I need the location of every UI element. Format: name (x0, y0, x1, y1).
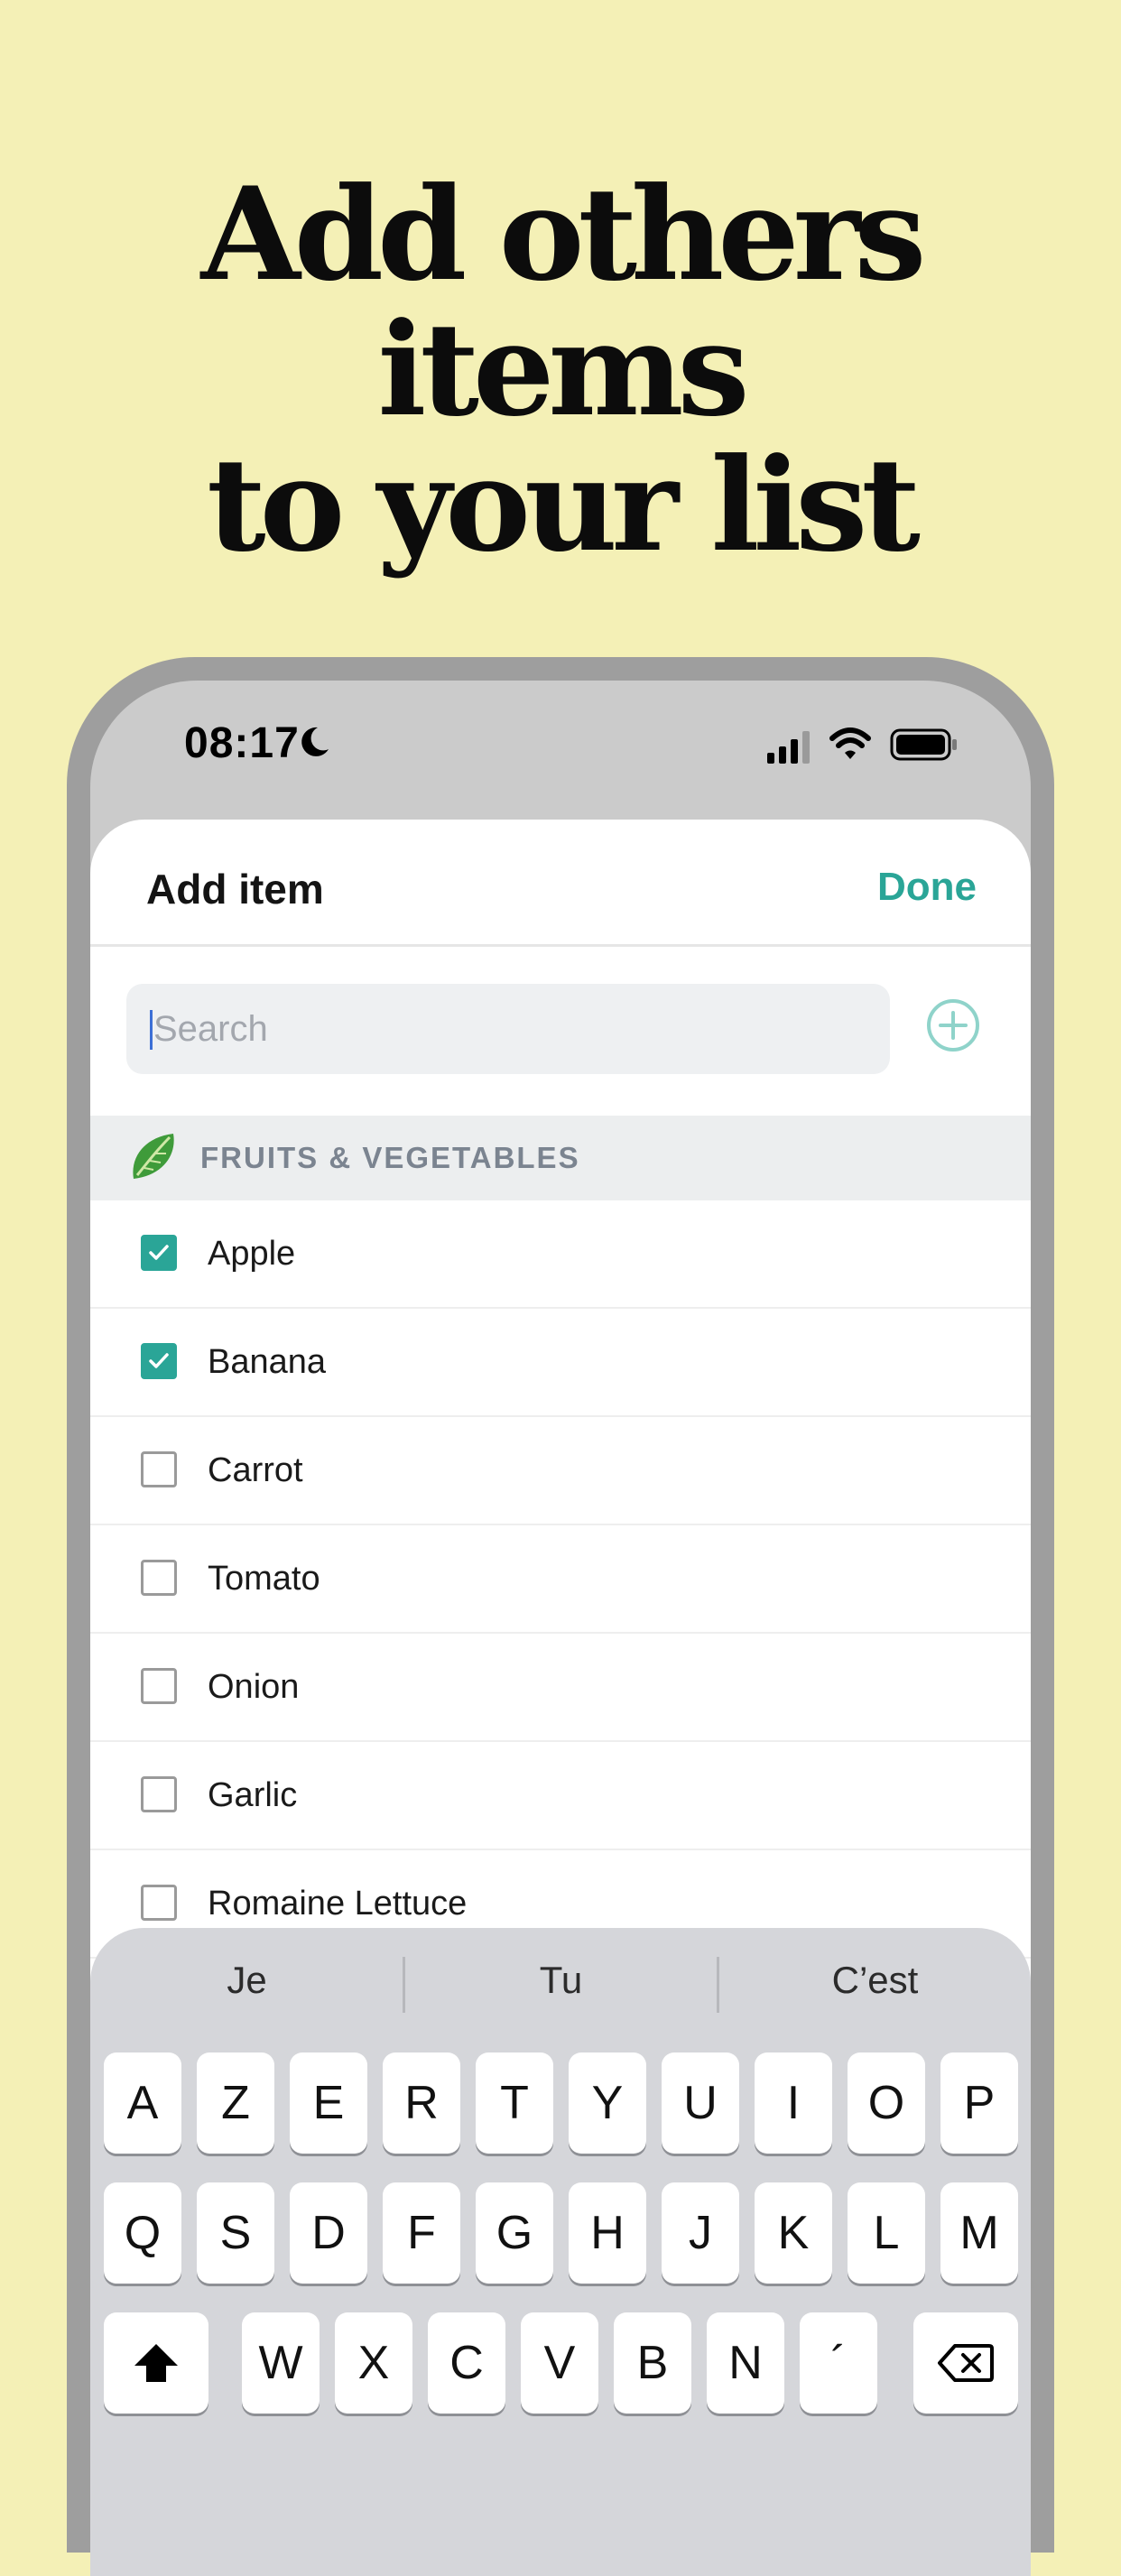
wifi-icon (829, 727, 871, 759)
key-k[interactable]: K (755, 2182, 832, 2284)
search-input[interactable] (153, 984, 875, 1074)
sheet-header: Add item Done (90, 820, 1031, 947)
status-time: 08:17 (184, 719, 300, 767)
shift-icon (134, 2344, 178, 2382)
shift-key[interactable] (104, 2312, 208, 2414)
key-s[interactable]: S (197, 2182, 274, 2284)
key-f[interactable]: F (383, 2182, 460, 2284)
done-button[interactable]: Done (877, 865, 977, 910)
key-c[interactable]: C (428, 2312, 505, 2414)
key-z[interactable]: Z (197, 2052, 274, 2154)
list-item[interactable]: Banana (90, 1309, 1031, 1417)
key-d[interactable]: D (290, 2182, 367, 2284)
backspace-icon (938, 2344, 994, 2382)
checkbox-unchecked[interactable] (141, 1668, 177, 1704)
text-cursor (150, 1010, 153, 1050)
suggestion-1[interactable]: Je (90, 1959, 403, 2002)
key-j[interactable]: J (662, 2182, 739, 2284)
moon-icon (301, 727, 329, 756)
suggestion-3[interactable]: C’est (718, 1959, 1031, 2002)
item-list: Apple Banana Carrot Tomato Onion Garlic … (90, 1200, 1031, 1959)
key-y[interactable]: Y (569, 2052, 646, 2154)
checkbox-checked[interactable] (141, 1343, 177, 1379)
headline-line-1: Add others items (200, 160, 927, 445)
key-p[interactable]: P (940, 2052, 1018, 2154)
sheet-title: Add item (146, 866, 324, 913)
item-label: Banana (208, 1343, 327, 1381)
headline: Add others items to your list (0, 167, 1121, 573)
list-item[interactable]: Onion (90, 1634, 1031, 1742)
key-v[interactable]: V (521, 2312, 598, 2414)
list-item[interactable]: Apple (90, 1200, 1031, 1309)
headline-line-2: to your list (207, 431, 921, 580)
checkbox-unchecked[interactable] (141, 1451, 177, 1487)
keyboard: Je Tu C’est A Z E R T Y U I O P Q S D F … (90, 1928, 1031, 2576)
key-w[interactable]: W (242, 2312, 320, 2414)
checkbox-unchecked[interactable] (141, 1560, 177, 1596)
item-label: Apple (208, 1235, 296, 1273)
key-acute-accent[interactable]: ´ (800, 2312, 877, 2414)
suggestion-bar: Je Tu C’est (90, 1928, 1031, 2036)
key-e[interactable]: E (290, 2052, 367, 2154)
key-x[interactable]: X (335, 2312, 412, 2414)
item-label: Carrot (208, 1451, 303, 1489)
suggestion-2[interactable]: Tu (404, 1959, 718, 2002)
key-t[interactable]: T (476, 2052, 553, 2154)
key-q[interactable]: Q (104, 2182, 181, 2284)
item-label: Tomato (208, 1560, 320, 1598)
list-item[interactable]: Garlic (90, 1742, 1031, 1850)
key-l[interactable]: L (848, 2182, 925, 2284)
key-b[interactable]: B (614, 2312, 691, 2414)
category-header: FRUITS & VEGETABLES (90, 1116, 1031, 1200)
list-item[interactable]: Carrot (90, 1417, 1031, 1525)
lettuce-leaf-icon (133, 1134, 174, 1179)
key-o[interactable]: O (848, 2052, 925, 2154)
list-item[interactable]: Tomato (90, 1525, 1031, 1634)
battery-icon (890, 728, 957, 761)
phone-frame: 08:17 Add item Done Search FRUITS & VEGE… (67, 657, 1054, 2576)
backspace-key[interactable] (913, 2312, 1018, 2414)
item-label: Onion (208, 1668, 300, 1706)
category-label: FRUITS & VEGETABLES (200, 1141, 580, 1174)
phone-screen: 08:17 Add item Done Search FRUITS & VEGE… (90, 681, 1031, 2576)
key-r[interactable]: R (383, 2052, 460, 2154)
checkbox-unchecked[interactable] (141, 1776, 177, 1812)
cellular-signal-icon (767, 731, 810, 764)
checkmark-icon (149, 1353, 169, 1368)
checkbox-unchecked[interactable] (141, 1885, 177, 1921)
search-field[interactable] (126, 984, 890, 1074)
item-label: Romaine Lettuce (208, 1885, 468, 1923)
checkmark-icon (149, 1245, 169, 1260)
key-m[interactable]: M (940, 2182, 1018, 2284)
key-a[interactable]: A (104, 2052, 181, 2154)
key-i[interactable]: I (755, 2052, 832, 2154)
key-n[interactable]: N (707, 2312, 784, 2414)
key-u[interactable]: U (662, 2052, 739, 2154)
plus-circle-icon[interactable] (925, 997, 981, 1053)
key-h[interactable]: H (569, 2182, 646, 2284)
key-g[interactable]: G (476, 2182, 553, 2284)
checkbox-checked[interactable] (141, 1235, 177, 1271)
item-label: Garlic (208, 1776, 298, 1814)
